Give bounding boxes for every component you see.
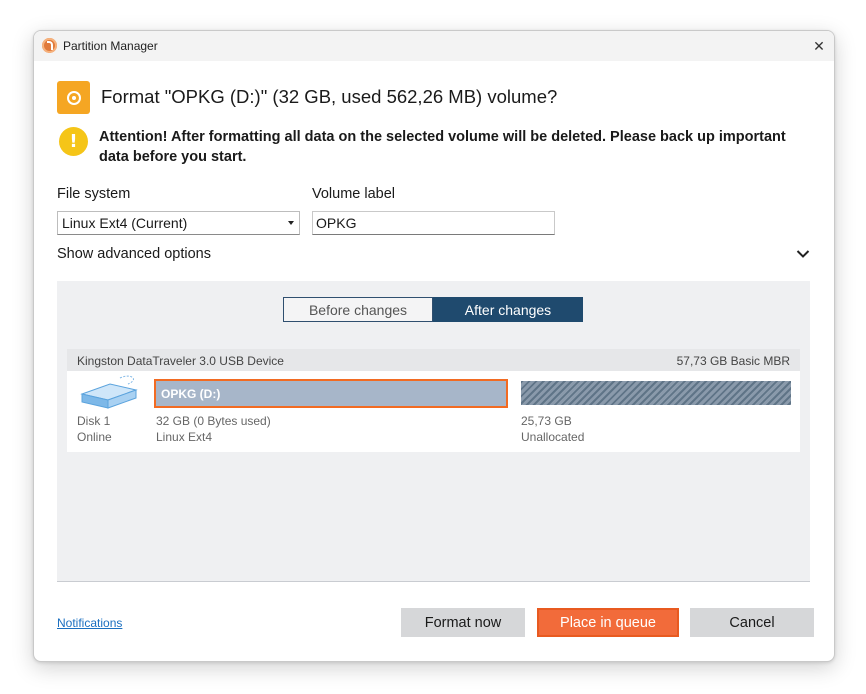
partition-filesystem: Linux Ext4 xyxy=(156,430,213,444)
warning-message: Attention! After formatting all data on … xyxy=(99,129,786,165)
format-disk-icon xyxy=(57,81,90,114)
disk-card: Kingston DataTraveler 3.0 USB Device 57,… xyxy=(67,349,800,452)
title-bar: Partition Manager ✕ xyxy=(34,31,834,61)
disk-preview-panel: Before changes After changes Kingston Da… xyxy=(57,281,810,582)
tab-after-changes[interactable]: After changes xyxy=(433,297,583,322)
notifications-link[interactable]: Notifications xyxy=(57,616,122,630)
disk-status: Online xyxy=(77,430,112,444)
exclamation-icon: ! xyxy=(59,127,88,156)
dropdown-caret-icon xyxy=(288,221,294,225)
show-advanced-options[interactable]: Show advanced options xyxy=(57,246,211,262)
app-title: Partition Manager xyxy=(63,39,158,53)
cancel-button[interactable]: Cancel xyxy=(690,608,814,637)
partition-name: OPKG (D:) xyxy=(161,387,221,401)
disk-number: Disk 1 xyxy=(77,414,111,428)
partition-size: 32 GB (0 Bytes used) xyxy=(156,414,271,428)
unallocated-size: 25,73 GB xyxy=(521,414,572,428)
disk-header: Kingston DataTraveler 3.0 USB Device 57,… xyxy=(67,349,800,371)
file-system-label: File system xyxy=(57,186,131,202)
disk-summary: 57,73 GB Basic MBR xyxy=(676,354,790,368)
preview-toggle: Before changes After changes xyxy=(283,297,583,322)
dialog-title: Format "OPKG (D:)" (32 GB, used 562,26 M… xyxy=(101,86,558,107)
tab-before-changes[interactable]: Before changes xyxy=(283,297,433,322)
format-now-button[interactable]: Format now xyxy=(401,608,525,637)
disk-name: Kingston DataTraveler 3.0 USB Device xyxy=(77,354,284,368)
chevron-down-icon[interactable] xyxy=(796,248,810,260)
format-dialog-window: Partition Manager ✕ Format "OPKG (D:)" (… xyxy=(33,30,835,662)
hard-disk-icon xyxy=(80,375,138,409)
unallocated-space[interactable] xyxy=(521,381,791,405)
place-in-queue-button[interactable]: Place in queue xyxy=(537,608,679,637)
file-system-value: Linux Ext4 (Current) xyxy=(62,215,188,231)
volume-label-input[interactable]: OPKG xyxy=(312,211,555,235)
unallocated-label: Unallocated xyxy=(521,430,585,444)
close-button[interactable]: ✕ xyxy=(804,31,834,61)
partition-manager-icon xyxy=(42,38,57,53)
file-system-select[interactable]: Linux Ext4 (Current) xyxy=(57,211,300,235)
volume-label-label: Volume label xyxy=(312,186,396,202)
partition-opkg[interactable]: OPKG (D:) xyxy=(154,379,508,408)
